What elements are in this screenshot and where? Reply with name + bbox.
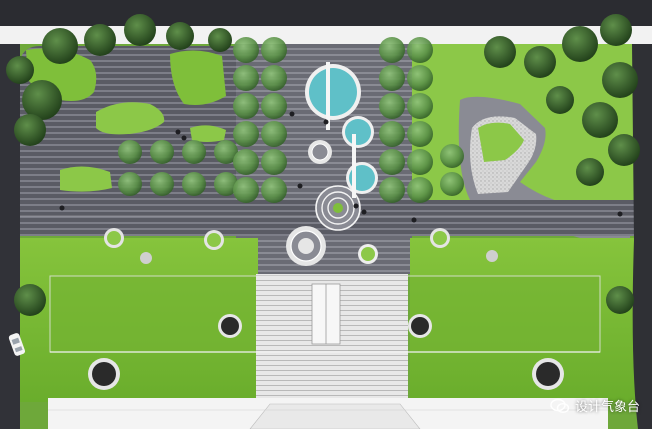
tree — [379, 65, 405, 91]
tree — [261, 177, 287, 203]
tree — [379, 37, 405, 63]
ring-feature-lower — [286, 226, 326, 266]
lawn-upper-left-4 — [60, 166, 112, 192]
right-road-curb — [632, 44, 652, 429]
lower-right-lawn-band — [410, 276, 600, 350]
tree — [379, 177, 405, 203]
tree — [261, 121, 287, 147]
tree — [407, 93, 433, 119]
site-plan — [0, 0, 652, 429]
tree — [182, 140, 206, 164]
tree — [233, 65, 259, 91]
tree — [440, 144, 464, 168]
tree — [261, 37, 287, 63]
tree — [233, 37, 259, 63]
tree — [407, 65, 433, 91]
tree — [233, 149, 259, 175]
bottom-building-detail — [249, 403, 421, 429]
tree — [379, 121, 405, 147]
tree — [440, 172, 464, 196]
tree — [261, 149, 287, 175]
wechat-icon — [550, 398, 570, 413]
left-road — [0, 44, 20, 429]
tree — [233, 177, 259, 203]
tree — [182, 172, 206, 196]
watermark: 设计气象台 — [550, 396, 640, 415]
tree — [407, 37, 433, 63]
tree — [150, 140, 174, 164]
tree — [261, 93, 287, 119]
tree — [233, 93, 259, 119]
tree — [407, 177, 433, 203]
tree — [118, 140, 142, 164]
tree — [379, 93, 405, 119]
tree — [118, 172, 142, 196]
tree — [407, 149, 433, 175]
tree — [233, 121, 259, 147]
watermark-text: 设计气象台 — [574, 400, 640, 415]
tree — [261, 65, 287, 91]
tree — [407, 121, 433, 147]
water-rill-2 — [352, 134, 356, 198]
tree — [379, 149, 405, 175]
tree — [150, 172, 174, 196]
lower-left-lawn-band — [50, 276, 260, 350]
